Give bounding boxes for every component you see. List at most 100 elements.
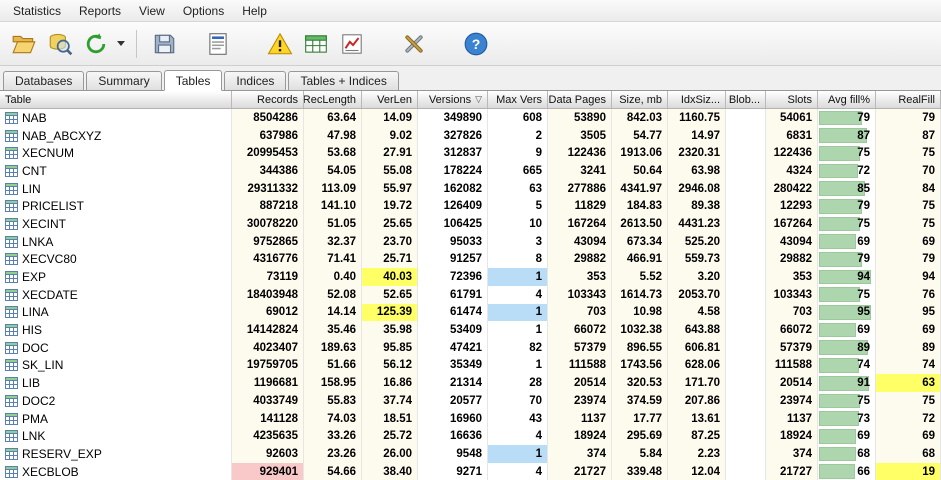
- statistics-grid: TableRecordsRecLengthVerLenVersions▽Max …: [0, 91, 941, 480]
- cell-slots: 20514: [766, 374, 818, 392]
- menu-reports[interactable]: Reports: [70, 1, 130, 21]
- cell-reclength: 71.41: [304, 251, 362, 269]
- cell-idxsiz: 3.20: [668, 268, 726, 286]
- column-header-realfill[interactable]: RealFill: [876, 91, 941, 108]
- column-header-versions[interactable]: Versions▽: [418, 91, 488, 108]
- column-header-verlen[interactable]: VerLen: [362, 91, 418, 108]
- save-button[interactable]: [146, 26, 182, 62]
- menu-help[interactable]: Help: [233, 1, 276, 21]
- table-grid-icon: [303, 31, 329, 57]
- table-row[interactable]: RESERV_EXP9260323.2626.00954813745.842.2…: [0, 445, 941, 463]
- fill-percent-bar: [819, 111, 862, 126]
- cell-versions: 21314: [418, 374, 488, 392]
- table-row[interactable]: DOC2403374955.8337.74205777023974374.592…: [0, 392, 941, 410]
- cell-reclength: 189.63: [304, 339, 362, 357]
- cell-records: 92603: [232, 445, 304, 463]
- warning-button[interactable]: [262, 26, 298, 62]
- table-name: LINA: [22, 305, 49, 319]
- menu-statistics[interactable]: Statistics: [4, 1, 70, 21]
- menu-options[interactable]: Options: [174, 1, 233, 21]
- help-button[interactable]: ?: [458, 26, 494, 62]
- table-view-button[interactable]: [298, 26, 334, 62]
- cell-realfill: 79: [876, 109, 941, 127]
- refresh-icon: [83, 31, 109, 57]
- table-row[interactable]: NAB_ABCXYZ63798647.989.023278262350554.7…: [0, 127, 941, 145]
- cell-versions: 61791: [418, 286, 488, 304]
- table-row[interactable]: NAB850428663.6414.0934989060853890842.03…: [0, 109, 941, 127]
- table-row[interactable]: LNK423563533.2625.7216636418924295.6987.…: [0, 427, 941, 445]
- tab-summary[interactable]: Summary: [86, 71, 161, 90]
- table-row[interactable]: LIN29311332113.0955.97162082632778864341…: [0, 180, 941, 198]
- table-row[interactable]: SK_LIN1975970551.6656.123534911115881743…: [0, 357, 941, 375]
- cell-maxvers: 4: [488, 286, 548, 304]
- table-row[interactable]: DOC4023407189.6395.85474218257379896.556…: [0, 339, 941, 357]
- cell-realfill: 75: [876, 197, 941, 215]
- cell-records: 8504286: [232, 109, 304, 127]
- fill-percent-bar: [819, 287, 860, 302]
- table-row[interactable]: PMA14112874.0318.511696043113717.7713.61…: [0, 410, 941, 428]
- column-header-name[interactable]: Table: [0, 91, 232, 108]
- fill-percent-value: 69: [857, 430, 870, 442]
- cell-name: DOC: [0, 339, 232, 357]
- column-header-datapages[interactable]: Data Pages: [548, 91, 612, 108]
- table-row[interactable]: LINA6901214.14125.3961474170310.984.5870…: [0, 304, 941, 322]
- cell-name: XECDATE: [0, 286, 232, 304]
- cell-sizemb: 295.69: [612, 427, 668, 445]
- cell-name: XECBLOB: [0, 463, 232, 480]
- cell-verlen: 27.91: [362, 144, 418, 162]
- column-header-sizemb[interactable]: Size, mb: [612, 91, 668, 108]
- cell-slots: 57379: [766, 339, 818, 357]
- table-row[interactable]: PRICELIST887218141.1019.7212640951182918…: [0, 197, 941, 215]
- column-header-maxvers[interactable]: Max Vers: [488, 91, 548, 108]
- cell-avgfill: 75: [818, 215, 876, 233]
- cell-slots: 18924: [766, 427, 818, 445]
- column-header-slots[interactable]: Slots: [766, 91, 818, 108]
- table-name: XECVC80: [22, 252, 77, 266]
- table-row[interactable]: XECINT3007822051.0525.651064251016726426…: [0, 215, 941, 233]
- cell-idxsiz: 171.70: [668, 374, 726, 392]
- column-header-avgfill[interactable]: Avg fill%: [818, 91, 876, 108]
- cell-realfill: 69: [876, 233, 941, 251]
- refresh-dropdown-button[interactable]: [114, 26, 127, 62]
- table-row[interactable]: XECNUM2099545353.6827.913128379122436191…: [0, 144, 941, 162]
- fill-percent-value: 75: [857, 289, 870, 301]
- cell-avgfill: 79: [818, 109, 876, 127]
- cell-sizemb: 17.77: [612, 410, 668, 428]
- fill-percent-value: 69: [857, 324, 870, 336]
- tab-databases[interactable]: Databases: [3, 71, 84, 90]
- column-header-blob[interactable]: Blob...: [726, 91, 766, 108]
- refresh-button[interactable]: [78, 26, 114, 62]
- table-row[interactable]: XECBLOB92940154.6638.409271421727339.481…: [0, 463, 941, 480]
- table-row[interactable]: LNKA975286532.3723.7095033343094673.3452…: [0, 233, 941, 251]
- cell-records: 4316776: [232, 251, 304, 269]
- cell-reclength: 14.14: [304, 304, 362, 322]
- column-header-idxsiz[interactable]: IdxSiz...: [668, 91, 726, 108]
- cell-avgfill: 69: [818, 233, 876, 251]
- cell-reclength: 158.95: [304, 374, 362, 392]
- tab-tables[interactable]: Tables: [164, 70, 223, 91]
- table-row[interactable]: CNT34438654.0555.08178224665324150.6463.…: [0, 162, 941, 180]
- table-row[interactable]: XECDATE1840394852.0852.65617914103343161…: [0, 286, 941, 304]
- menu-view[interactable]: View: [130, 1, 174, 21]
- cell-maxvers: 1: [488, 321, 548, 339]
- search-database-button[interactable]: [42, 26, 78, 62]
- report-button[interactable]: [200, 26, 236, 62]
- report-document-icon: [205, 31, 231, 57]
- open-file-button[interactable]: [6, 26, 42, 62]
- cell-records: 4235635: [232, 427, 304, 445]
- tab-indices[interactable]: Indices: [224, 71, 286, 90]
- tab-tables-indices[interactable]: Tables + Indices: [288, 71, 398, 90]
- cell-realfill: 75: [876, 215, 941, 233]
- column-header-records[interactable]: Records: [232, 91, 304, 108]
- cell-idxsiz: 2320.31: [668, 144, 726, 162]
- table-row[interactable]: XECVC80431677671.4125.7191257829882466.9…: [0, 251, 941, 269]
- cell-maxvers: 43: [488, 410, 548, 428]
- table-icon: [5, 253, 18, 265]
- table-row[interactable]: LIB1196681158.9516.86213142820514320.531…: [0, 374, 941, 392]
- column-header-reclength[interactable]: RecLength: [304, 91, 362, 108]
- chart-view-button[interactable]: [334, 26, 370, 62]
- tools-button[interactable]: [396, 26, 432, 62]
- table-row[interactable]: HIS1414282435.4635.98534091660721032.386…: [0, 321, 941, 339]
- cell-blob: [726, 180, 766, 198]
- table-row[interactable]: EXP731190.4040.037239613535.523.20353949…: [0, 268, 941, 286]
